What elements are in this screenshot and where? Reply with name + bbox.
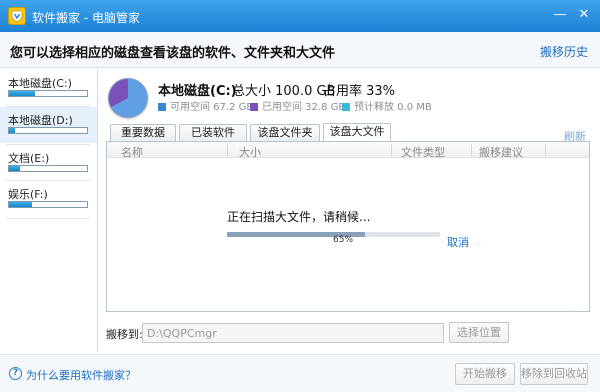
header: 您可以选择相应的磁盘查看该盘的软件、文件夹和大文件 搬移历史	[0, 32, 600, 68]
tab-important-data[interactable]: 重要数据	[110, 124, 176, 142]
drive-usage-bar	[8, 127, 88, 134]
sidebar-item-drive-e[interactable]: 文档(E:)	[0, 145, 97, 181]
disk-usage-rate: 占用率 33%	[323, 84, 396, 99]
divider	[6, 218, 90, 219]
legend-free-space: 可用空间 67.2 GB	[158, 98, 253, 113]
drive-label: 本地磁盘(D:)	[8, 114, 73, 127]
legend-swatch	[250, 103, 258, 111]
legend-swatch	[158, 103, 166, 111]
sidebar-item-drive-d[interactable]: 本地磁盘(D:)	[0, 107, 97, 143]
help-icon[interactable]: ?	[9, 367, 22, 380]
drive-usage-fill	[9, 91, 35, 96]
divider	[227, 144, 228, 156]
legend-text: 可用空间 67.2 GB	[170, 102, 254, 113]
disk-pie-chart-icon	[108, 78, 148, 118]
table-header: 名称 大小 文件类型 搬移建议	[107, 142, 589, 160]
column-header-size[interactable]: 大小	[239, 144, 261, 160]
drive-sidebar: 本地磁盘(C:) 本地磁盘(D:) 文档(E:) 娱乐(F:)	[0, 68, 98, 352]
cancel-scan-link[interactable]: 取消	[447, 234, 469, 250]
why-use-link[interactable]: 为什么要用软件搬家？	[26, 367, 136, 383]
sidebar-item-drive-c[interactable]: 本地磁盘(C:)	[0, 70, 97, 106]
scan-progress-label: 65%	[333, 235, 354, 245]
legend-swatch	[342, 103, 350, 111]
sidebar-item-drive-f[interactable]: 娱乐(F:)	[0, 181, 97, 217]
column-header-name[interactable]: 名称	[121, 144, 143, 160]
title-bar: 软件搬家 - 电脑管家 — ✕	[0, 0, 600, 32]
legend-text: 已用空间 32.8 GB	[262, 102, 346, 113]
page-title: 您可以选择相应的磁盘查看该盘的软件、文件夹和大文件	[10, 46, 336, 61]
tab-disk-large-files[interactable]: 该盘大文件	[323, 123, 391, 142]
tab-disk-folders[interactable]: 该盘文件夹	[250, 124, 320, 142]
divider	[471, 144, 472, 156]
legend-text: 预计释放 0.0 MB	[354, 102, 432, 113]
legend-estimated-release: 预计释放 0.0 MB	[342, 98, 432, 113]
move-history-link[interactable]: 搬移历史	[540, 43, 588, 60]
window-title: 软件搬家 - 电脑管家	[32, 11, 140, 25]
column-header-move-advice[interactable]: 搬移建议	[479, 144, 523, 160]
divider	[391, 144, 392, 156]
start-move-button[interactable]: 开始搬移	[455, 363, 515, 385]
file-list-panel: 名称 大小 文件类型 搬移建议 正在扫描大文件，请稍候... 65% 取消	[106, 141, 590, 312]
footer: ? 为什么要用软件搬家？ 开始搬移 移除到回收站	[0, 354, 600, 392]
close-icon[interactable]: ✕	[574, 6, 594, 24]
minimize-icon[interactable]: —	[550, 6, 570, 24]
move-destination-input[interactable]	[142, 323, 444, 343]
divider	[545, 144, 546, 156]
tab-installed-software[interactable]: 已装软件	[179, 124, 247, 142]
drive-usage-fill	[9, 128, 16, 133]
legend-used-space: 已用空间 32.8 GB	[250, 98, 345, 113]
drive-usage-bar	[8, 201, 88, 208]
drive-label: 娱乐(F:)	[8, 188, 48, 201]
app-shield-icon	[8, 7, 26, 25]
move-to-recycle-bin-button[interactable]: 移除到回收站	[520, 363, 588, 385]
disk-total-size: 总大小 100.0 GB	[232, 84, 336, 99]
drive-usage-fill	[9, 166, 20, 171]
scan-status-text: 正在扫描大文件，请稍候...	[227, 210, 371, 224]
drive-label: 本地磁盘(C:)	[8, 77, 72, 90]
column-header-file-type[interactable]: 文件类型	[401, 144, 445, 160]
drive-usage-bar	[8, 165, 88, 172]
disk-name: 本地磁盘(C:)	[158, 84, 237, 99]
drive-usage-fill	[9, 202, 33, 207]
drive-label: 文档(E:)	[8, 152, 50, 165]
move-to-label: 搬移到:	[106, 328, 143, 341]
drive-usage-bar	[8, 90, 88, 97]
select-location-button[interactable]: 选择位置	[449, 322, 509, 343]
